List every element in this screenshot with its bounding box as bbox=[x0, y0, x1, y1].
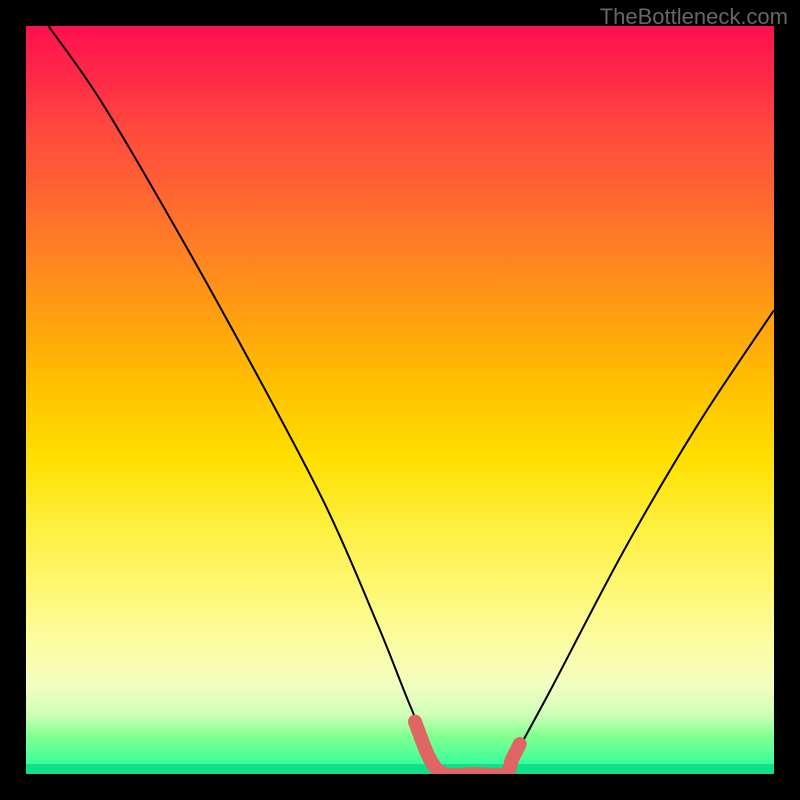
watermark-text: TheBottleneck.com bbox=[600, 4, 788, 30]
plot-area bbox=[26, 26, 774, 774]
left-curve-line bbox=[48, 26, 444, 774]
pink-highlight-line bbox=[415, 722, 520, 774]
right-curve-line bbox=[505, 310, 774, 774]
chart-container: TheBottleneck.com bbox=[0, 0, 800, 800]
chart-svg bbox=[26, 26, 774, 774]
